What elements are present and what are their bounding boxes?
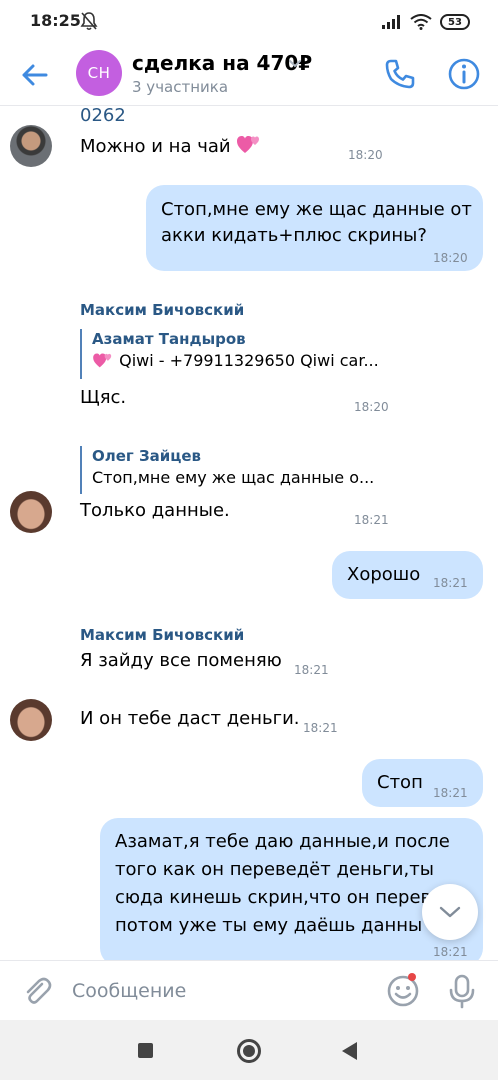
bell-off-icon: [80, 12, 98, 31]
recent-apps-button[interactable]: [138, 1043, 153, 1058]
message-line: акки кидать+плюс скрины?: [161, 225, 427, 246]
reply-text: Qiwi - +79911329650 Qiwi car...: [92, 349, 379, 373]
sender-name[interactable]: Максим Бичовский: [80, 301, 244, 319]
outgoing-message-bubble[interactable]: Стоп,мне ему же щас данные от акки кидат…: [146, 185, 483, 271]
avatar[interactable]: [10, 491, 52, 533]
reply-text: Стоп,мне ему же щас данные о...: [92, 468, 375, 487]
status-icons: 53: [382, 12, 470, 32]
avatar[interactable]: [10, 699, 52, 741]
reply-quote[interactable]: Олег Зайцев Стоп,мне ему же щас данные о…: [80, 446, 374, 494]
message-input[interactable]: [72, 975, 362, 1007]
hearts-emoji-icon: [93, 353, 112, 368]
status-time: 18:25: [30, 11, 81, 30]
system-nav-bar: [0, 1020, 498, 1080]
home-button-dot: [243, 1045, 255, 1057]
chat-avatar[interactable]: СН: [76, 50, 122, 96]
notification-dot: [408, 973, 416, 981]
message-time: 18:21: [433, 945, 468, 959]
chat-title[interactable]: сделка на 470₽: [132, 51, 312, 75]
message-time: 18:20: [354, 400, 389, 414]
message-line: потом уже ты ему даёшь данны: [115, 915, 423, 936]
reply-author: Олег Зайцев: [92, 447, 202, 465]
message-text-content: Можно и на чай: [80, 136, 231, 157]
message-list[interactable]: 0262 Можно и на чай 18:20 Стоп,мне ему ж…: [0, 107, 498, 960]
chevron-down-icon: [439, 906, 461, 918]
scroll-down-button[interactable]: [422, 884, 478, 940]
reply-author: Азамат Тандыров: [92, 330, 246, 348]
message-line: Азамат,я тебе даю данные,и после: [115, 831, 450, 852]
message-time: 18:21: [294, 663, 329, 677]
wifi-icon: [410, 14, 432, 30]
chat-subtitle: 3 участника: [132, 78, 229, 96]
message-time: 18:21: [303, 721, 338, 735]
system-back-button[interactable]: [342, 1042, 357, 1060]
info-icon[interactable]: [446, 56, 482, 92]
outgoing-message-bubble[interactable]: Стоп 18:21: [362, 759, 483, 807]
chat-header: СН сделка на 470₽ 3 участника: [0, 44, 498, 106]
hearts-emoji-icon: [237, 136, 260, 153]
message-time: 18:21: [433, 786, 468, 800]
message-line: Хорошо: [347, 564, 421, 585]
status-bar: 18:25 53: [0, 0, 498, 44]
outgoing-message-bubble[interactable]: Хорошо 18:21: [332, 551, 483, 599]
message-time: 18:20: [433, 251, 468, 265]
message-line: сюда кинешь скрин,что он перев: [115, 887, 432, 908]
message-text: Я зайду все поменяю: [80, 650, 282, 671]
home-button[interactable]: [237, 1039, 261, 1063]
microphone-icon[interactable]: [446, 973, 478, 1009]
back-arrow-icon[interactable]: [18, 58, 52, 92]
paperclip-icon[interactable]: [20, 974, 54, 1008]
message-text: Можно и на чай: [80, 133, 262, 159]
chat-avatar-initials: СН: [87, 64, 111, 82]
message-time: 18:21: [433, 576, 468, 590]
message-text: И он тебе даст деньги.: [80, 708, 300, 729]
sender-name[interactable]: Максим Бичовский: [80, 626, 244, 644]
message-time: 18:20: [348, 148, 383, 162]
message-composer: [0, 960, 498, 1020]
message-text: Щяс.: [80, 387, 127, 408]
reply-quote[interactable]: Азамат Тандыров Qiwi - +79911329650 Qiwi…: [80, 329, 379, 379]
message-line: Стоп: [377, 772, 423, 793]
reply-text-content: Qiwi - +79911329650 Qiwi car...: [119, 351, 379, 370]
phone-icon[interactable]: [382, 56, 418, 92]
message-line: того как он переведёт деньги,ты: [115, 859, 434, 880]
message-text: Только данные.: [80, 500, 230, 521]
message-time: 18:21: [354, 513, 389, 527]
battery-level: 53: [448, 16, 462, 28]
battery-icon: 53: [440, 14, 470, 30]
message-text-cut: 0262: [80, 107, 126, 126]
chevron-down-icon[interactable]: [288, 57, 302, 71]
avatar[interactable]: [10, 125, 52, 167]
outgoing-message-bubble[interactable]: Азамат,я тебе даю данные,и после того ка…: [100, 818, 483, 960]
signal-icon: [382, 15, 400, 29]
